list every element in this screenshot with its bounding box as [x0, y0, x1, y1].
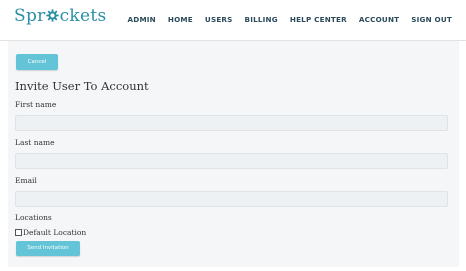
nav-users[interactable]: USERS [205, 15, 233, 24]
send-invitation-button[interactable]: Send Invitation [16, 241, 80, 256]
email-label: Email [15, 176, 37, 185]
invite-form-panel: Cancel Invite User To Account First name… [8, 41, 459, 267]
nav-home[interactable]: HOME [168, 15, 193, 24]
first-name-field[interactable] [15, 115, 448, 131]
default-location-label[interactable]: Default Location [23, 228, 86, 237]
nav-admin[interactable]: ADMIN [128, 15, 156, 24]
nav-sign-out[interactable]: SIGN OUT [411, 15, 452, 24]
sprockets-logo[interactable]: Spr ckets [14, 6, 107, 26]
nav-help-center[interactable]: HELP CENTER [290, 15, 347, 24]
main-nav: ADMIN HOME USERS BILLING HELP CENTER ACC… [128, 15, 452, 24]
locations-label: Locations [15, 213, 52, 222]
last-name-field[interactable] [15, 153, 448, 169]
last-name-label: Last name [15, 138, 55, 147]
nav-billing[interactable]: BILLING [245, 15, 278, 24]
page-title: Invite User To Account [15, 79, 149, 93]
logo-text-end: ckets [59, 6, 107, 26]
first-name-label: First name [15, 100, 57, 109]
default-location-option: Default Location [15, 228, 86, 237]
top-header: Spr ckets ADMIN HOME USERS BILLING HELP … [0, 0, 466, 41]
gear-icon [46, 9, 59, 22]
nav-account[interactable]: ACCOUNT [359, 15, 399, 24]
email-field[interactable] [15, 191, 448, 207]
default-location-checkbox[interactable] [15, 229, 22, 236]
logo-text-start: Spr [14, 6, 46, 26]
cancel-button[interactable]: Cancel [16, 54, 58, 70]
